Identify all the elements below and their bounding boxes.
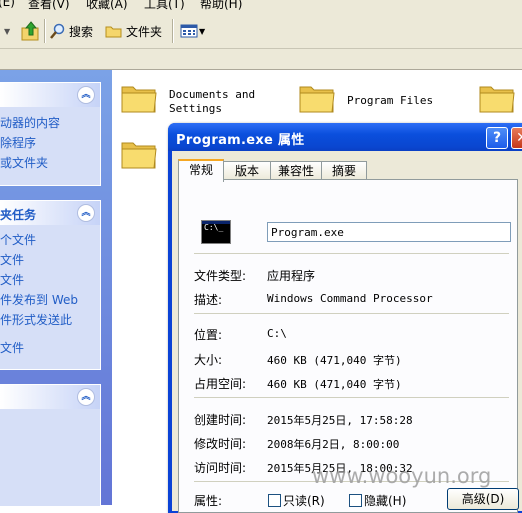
modified-label: 修改时间: bbox=[194, 437, 247, 451]
menu-tools[interactable]: 工具(T) bbox=[144, 0, 185, 12]
general-panel: C:\_ Program.exe 文件类型: 应用程序 描述: Windows … bbox=[178, 179, 519, 513]
task-item[interactable]: 文件 bbox=[0, 270, 100, 290]
folder-icon[interactable] bbox=[298, 82, 336, 114]
task-item[interactable]: 或文件夹 bbox=[0, 153, 100, 173]
menu-view[interactable]: 查看(V) bbox=[28, 0, 70, 12]
up-folder-button[interactable] bbox=[20, 20, 42, 42]
readonly-label[interactable]: 只读(R) bbox=[283, 492, 325, 509]
menu-edit[interactable]: (E) bbox=[0, 0, 15, 9]
collapse-icon[interactable]: ︽ bbox=[77, 86, 95, 104]
menu-favorites[interactable]: 收藏(A) bbox=[86, 0, 128, 12]
location-value: C:\ bbox=[267, 327, 287, 340]
help-icon: ? bbox=[492, 130, 502, 146]
advanced-button[interactable]: 高级(D) bbox=[447, 488, 519, 510]
folder-icon bbox=[105, 26, 122, 38]
up-folder-icon bbox=[21, 21, 39, 41]
filename-field[interactable]: Program.exe bbox=[267, 222, 511, 242]
task-item[interactable]: 文件 bbox=[0, 338, 100, 358]
task-item[interactable]: 动器的内容 bbox=[0, 113, 100, 133]
location-label: 位置: bbox=[194, 328, 223, 342]
task-item[interactable]: 除程序 bbox=[0, 133, 100, 153]
size-label: 大小: bbox=[194, 353, 223, 367]
folder-icon[interactable] bbox=[120, 82, 158, 114]
dialog-titlebar[interactable]: Program.exe 属性 ? ✕ bbox=[168, 123, 522, 151]
folder-label[interactable]: Documents and Settings bbox=[169, 88, 255, 116]
task-item[interactable]: 个文件 bbox=[0, 230, 100, 250]
folder-icon[interactable] bbox=[478, 82, 516, 114]
created-label: 创建时间: bbox=[194, 413, 247, 427]
type-value: 应用程序 bbox=[267, 269, 316, 283]
chevron-down-icon: ▼ bbox=[4, 26, 11, 36]
watermark: www.wooyun.org bbox=[312, 464, 492, 488]
divider bbox=[194, 253, 509, 254]
folder-icon[interactable] bbox=[120, 138, 158, 170]
tab-compatibility[interactable]: 兼容性 bbox=[270, 161, 322, 180]
toolbar-separator bbox=[172, 19, 173, 43]
task-pane: ︽ 动器的内容 除程序 或文件夹 夹任务 ︽ 个文件 文件 文件 件发布到 We… bbox=[0, 70, 112, 507]
chevron-down-icon: ▼ bbox=[199, 26, 206, 36]
views-button[interactable]: ▼ bbox=[180, 20, 205, 42]
folders-button[interactable]: 文件夹 bbox=[105, 20, 162, 42]
task-item[interactable]: 件形式发送此 bbox=[0, 310, 100, 330]
toolbar: ▼ 搜索 文件夹 ▼ bbox=[0, 12, 522, 49]
divider bbox=[194, 397, 509, 398]
task-item[interactable]: 文件 bbox=[0, 250, 100, 270]
task-panel-header[interactable]: ︽ bbox=[0, 385, 100, 409]
type-label: 文件类型: bbox=[194, 269, 247, 283]
folders-label: 文件夹 bbox=[126, 24, 163, 39]
task-panel-file: 夹任务 ︽ 个文件 文件 文件 件发布到 Web 件形式发送此 文件 bbox=[0, 200, 101, 370]
folder-label[interactable]: Program Files bbox=[347, 94, 433, 108]
close-icon: ✕ bbox=[516, 130, 522, 146]
hidden-label[interactable]: 隐藏(H) bbox=[364, 492, 406, 509]
task-panel-other: ︽ bbox=[0, 384, 101, 507]
size-value: 460 KB (471,040 字节) bbox=[267, 354, 402, 367]
search-button[interactable]: 搜索 bbox=[50, 20, 93, 42]
collapse-icon[interactable]: ︽ bbox=[77, 204, 95, 222]
tab-general[interactable]: 常规 bbox=[178, 159, 224, 182]
menu-help[interactable]: 帮助(H) bbox=[200, 0, 242, 12]
task-panel-header[interactable]: 夹任务 ︽ bbox=[0, 201, 100, 225]
collapse-icon[interactable]: ︽ bbox=[77, 388, 95, 406]
divider bbox=[194, 313, 509, 314]
disk-size-value: 460 KB (471,040 字节) bbox=[267, 378, 402, 391]
created-value: 2015年5月25日, 17:58:28 bbox=[267, 414, 413, 427]
task-panel-header[interactable]: ︽ bbox=[0, 83, 100, 107]
help-button[interactable]: ? bbox=[486, 127, 508, 149]
tab-summary[interactable]: 摘要 bbox=[321, 161, 367, 180]
views-icon bbox=[180, 24, 198, 38]
forward-dropdown[interactable]: ▼ bbox=[4, 20, 10, 42]
modified-value: 2008年6月2日, 8:00:00 bbox=[267, 438, 400, 451]
task-item[interactable]: 件发布到 Web bbox=[0, 290, 100, 310]
accessed-label: 访问时间: bbox=[194, 461, 247, 475]
task-panel-system: ︽ 动器的内容 除程序 或文件夹 bbox=[0, 82, 101, 186]
dialog-body: 常规 版本 兼容性 摘要 C:\_ Program.exe 文件类型: 应用程序… bbox=[172, 151, 522, 513]
search-label: 搜索 bbox=[69, 24, 94, 39]
attributes-label: 属性: bbox=[194, 494, 223, 508]
description-value: Windows Command Processor bbox=[267, 292, 433, 305]
close-button[interactable]: ✕ bbox=[511, 127, 522, 149]
properties-dialog: Program.exe 属性 ? ✕ 常规 版本 兼容性 摘要 C:\_ Pro… bbox=[168, 123, 522, 513]
address-bar-strip bbox=[0, 49, 522, 70]
dialog-title: Program.exe 属性 bbox=[176, 133, 305, 148]
toolbar-separator bbox=[44, 19, 45, 43]
task-panel-title: 夹任务 bbox=[0, 208, 37, 222]
search-icon bbox=[50, 23, 65, 39]
hidden-checkbox[interactable] bbox=[349, 494, 362, 507]
disk-size-label: 占用空间: bbox=[194, 377, 247, 391]
description-label: 描述: bbox=[194, 293, 223, 307]
console-app-icon: C:\_ bbox=[201, 220, 231, 244]
readonly-checkbox[interactable] bbox=[268, 494, 281, 507]
menu-bar: (E) 查看(V) 收藏(A) 工具(T) 帮助(H) bbox=[0, 0, 522, 12]
tab-version[interactable]: 版本 bbox=[223, 161, 271, 180]
